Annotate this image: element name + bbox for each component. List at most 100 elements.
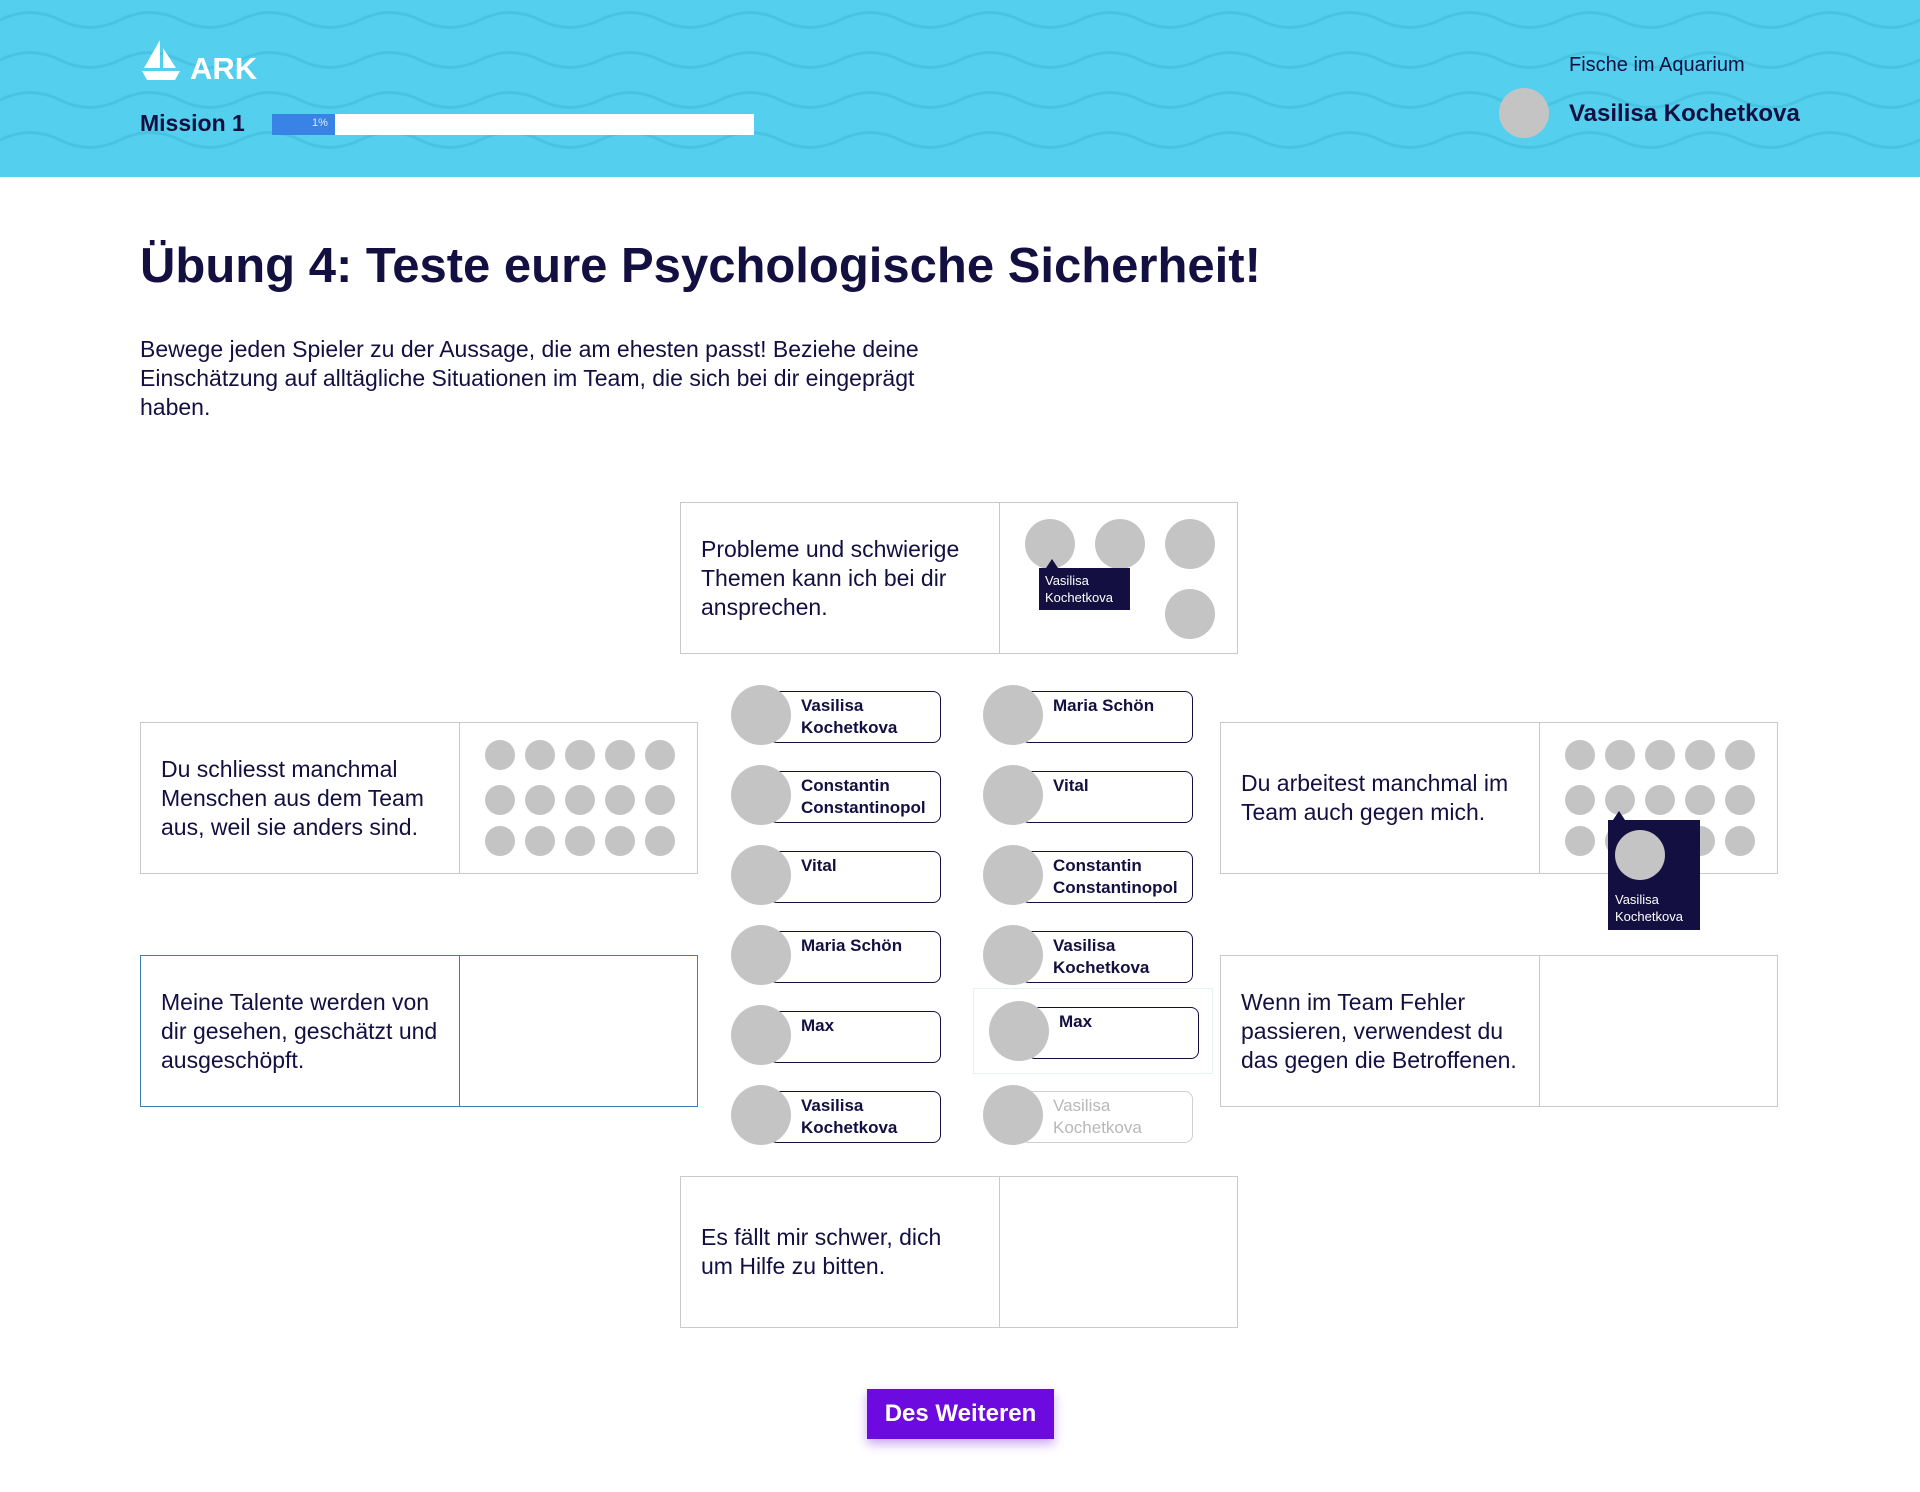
player-avatar xyxy=(989,1001,1049,1061)
player-chip[interactable]: Vital xyxy=(983,765,1193,825)
player-name: Vasilisa Kochetkova xyxy=(801,696,898,737)
player-chip[interactable]: Maria Schön xyxy=(983,685,1193,745)
player-token[interactable] xyxy=(1605,740,1635,770)
player-token[interactable] xyxy=(605,826,635,856)
player-token[interactable] xyxy=(565,826,595,856)
statement-text: Du schliesst manchmal Menschen aus dem T… xyxy=(141,723,460,873)
player-token[interactable] xyxy=(1685,785,1715,815)
player-token[interactable] xyxy=(645,785,675,815)
player-avatar xyxy=(731,685,791,745)
player-chip[interactable]: Vasilisa Kochetkova xyxy=(983,925,1193,985)
player-chip[interactable]: Max xyxy=(731,1005,941,1065)
player-name: Vital xyxy=(1053,776,1089,795)
player-avatar xyxy=(1615,830,1665,880)
team-name: Fische im Aquarium xyxy=(1569,54,1745,76)
player-avatar xyxy=(983,685,1043,745)
player-token[interactable] xyxy=(1685,740,1715,770)
player-avatar xyxy=(731,1085,791,1145)
statement-text: Probleme und schwierige Themen kann ich … xyxy=(681,503,1000,653)
statement-text: Wenn im Team Fehler passieren, verwendes… xyxy=(1221,956,1540,1106)
player-chip[interactable]: Vasilisa Kochetkova xyxy=(731,1085,941,1145)
player-name: Constantin Constantinopol xyxy=(801,776,926,817)
player-avatar xyxy=(731,925,791,985)
player-token[interactable] xyxy=(1725,740,1755,770)
player-token[interactable] xyxy=(605,785,635,815)
player-token[interactable] xyxy=(1725,785,1755,815)
player-chip[interactable]: Maria Schön xyxy=(731,925,941,985)
player-token[interactable] xyxy=(525,740,555,770)
player-avatar xyxy=(731,765,791,825)
player-token[interactable] xyxy=(1565,740,1595,770)
player-chip-body xyxy=(1027,1007,1199,1059)
player-token[interactable] xyxy=(1565,826,1595,856)
player-chip-body xyxy=(1021,771,1193,823)
player-avatar xyxy=(983,925,1043,985)
statement-text: Du arbeitest manchmal im Team auch gegen… xyxy=(1221,723,1540,873)
player-token[interactable] xyxy=(1565,785,1595,815)
player-token[interactable] xyxy=(1725,826,1755,856)
player-name: Max xyxy=(1059,1012,1093,1031)
player-token[interactable] xyxy=(565,740,595,770)
player-token[interactable] xyxy=(605,740,635,770)
player-chip-disabled: Vasilisa Kochetkova xyxy=(983,1085,1193,1145)
player-token[interactable] xyxy=(645,740,675,770)
player-avatar xyxy=(983,845,1043,905)
player-chip[interactable]: Vasilisa Kochetkova xyxy=(731,685,941,745)
player-chip-body xyxy=(769,851,941,903)
statement-text: Meine Talente werden von dir gesehen, ge… xyxy=(141,956,460,1106)
statement-box-left-lower: Meine Talente werden von dir gesehen, ge… xyxy=(140,955,698,1107)
player-token[interactable] xyxy=(525,826,555,856)
statement-drop-zone[interactable] xyxy=(460,956,699,1106)
player-name: Max xyxy=(801,1016,835,1035)
player-avatar xyxy=(983,765,1043,825)
player-hover-name: Vasilisa Kochetkova xyxy=(1615,892,1683,924)
player-name: Vasilisa Kochetkova xyxy=(801,1096,898,1137)
ark-logo[interactable]: ARK xyxy=(140,38,257,84)
statement-drop-zone[interactable] xyxy=(1000,1177,1239,1327)
player-chip[interactable]: Vital xyxy=(731,845,941,905)
mission-label: Mission 1 xyxy=(140,110,245,136)
player-name: Vasilisa Kochetkova xyxy=(1053,1096,1142,1137)
sailboat-icon xyxy=(142,40,180,80)
player-token[interactable] xyxy=(1165,519,1215,569)
player-name: Maria Schön xyxy=(1053,696,1155,715)
player-token[interactable] xyxy=(1645,785,1675,815)
user-name[interactable]: Vasilisa Kochetkova xyxy=(1569,100,1800,128)
player-avatar xyxy=(731,845,791,905)
player-token[interactable] xyxy=(485,826,515,856)
player-token[interactable] xyxy=(1095,519,1145,569)
player-hover-card: Vasilisa Kochetkova xyxy=(1608,811,1700,930)
player-token[interactable] xyxy=(525,785,555,815)
wave-pattern xyxy=(0,11,1920,149)
player-token[interactable] xyxy=(645,826,675,856)
statement-box-left: Du schliesst manchmal Menschen aus dem T… xyxy=(140,722,698,874)
user-avatar[interactable] xyxy=(1499,88,1549,138)
statement-text: Es fällt mir schwer, dich um Hilfe zu bi… xyxy=(681,1177,1000,1327)
player-token[interactable] xyxy=(485,740,515,770)
player-chip[interactable]: Constantin Constantinopol xyxy=(731,765,941,825)
player-name: Vasilisa Kochetkova xyxy=(1053,936,1150,977)
player-avatar xyxy=(983,1085,1043,1145)
statement-box-right-lower: Wenn im Team Fehler passieren, verwendes… xyxy=(1220,955,1778,1107)
player-name: Constantin Constantinopol xyxy=(1053,856,1178,897)
progress-percent-label: 1% xyxy=(312,117,328,129)
statement-box-top: Probleme und schwierige Themen kann ich … xyxy=(680,502,1238,654)
page-title: Übung 4: Teste eure Psychologische Siche… xyxy=(140,239,1261,293)
player-name: Maria Schön xyxy=(801,936,903,955)
statement-box-bottom: Es fällt mir schwer, dich um Hilfe zu bi… xyxy=(680,1176,1238,1328)
player-tooltip: Vasilisa Kochetkova xyxy=(1039,559,1130,610)
player-token[interactable] xyxy=(485,785,515,815)
player-chip[interactable]: Constantin Constantinopol xyxy=(983,845,1193,905)
player-chip-dragging[interactable]: Max xyxy=(989,1001,1199,1061)
statement-drop-zone[interactable] xyxy=(460,723,699,873)
player-avatar xyxy=(731,1005,791,1065)
player-token[interactable] xyxy=(1165,589,1215,639)
player-token[interactable] xyxy=(1645,740,1675,770)
next-button[interactable]: Des Weiteren xyxy=(867,1389,1054,1439)
logo-text: ARK xyxy=(190,51,258,86)
mission-progress-bar: 1% xyxy=(272,114,754,135)
player-chip-body xyxy=(769,1011,941,1063)
player-token[interactable] xyxy=(565,785,595,815)
exercise-description: Bewege jeden Spieler zu der Aussage, die… xyxy=(140,336,919,420)
statement-drop-zone[interactable] xyxy=(1540,956,1779,1106)
